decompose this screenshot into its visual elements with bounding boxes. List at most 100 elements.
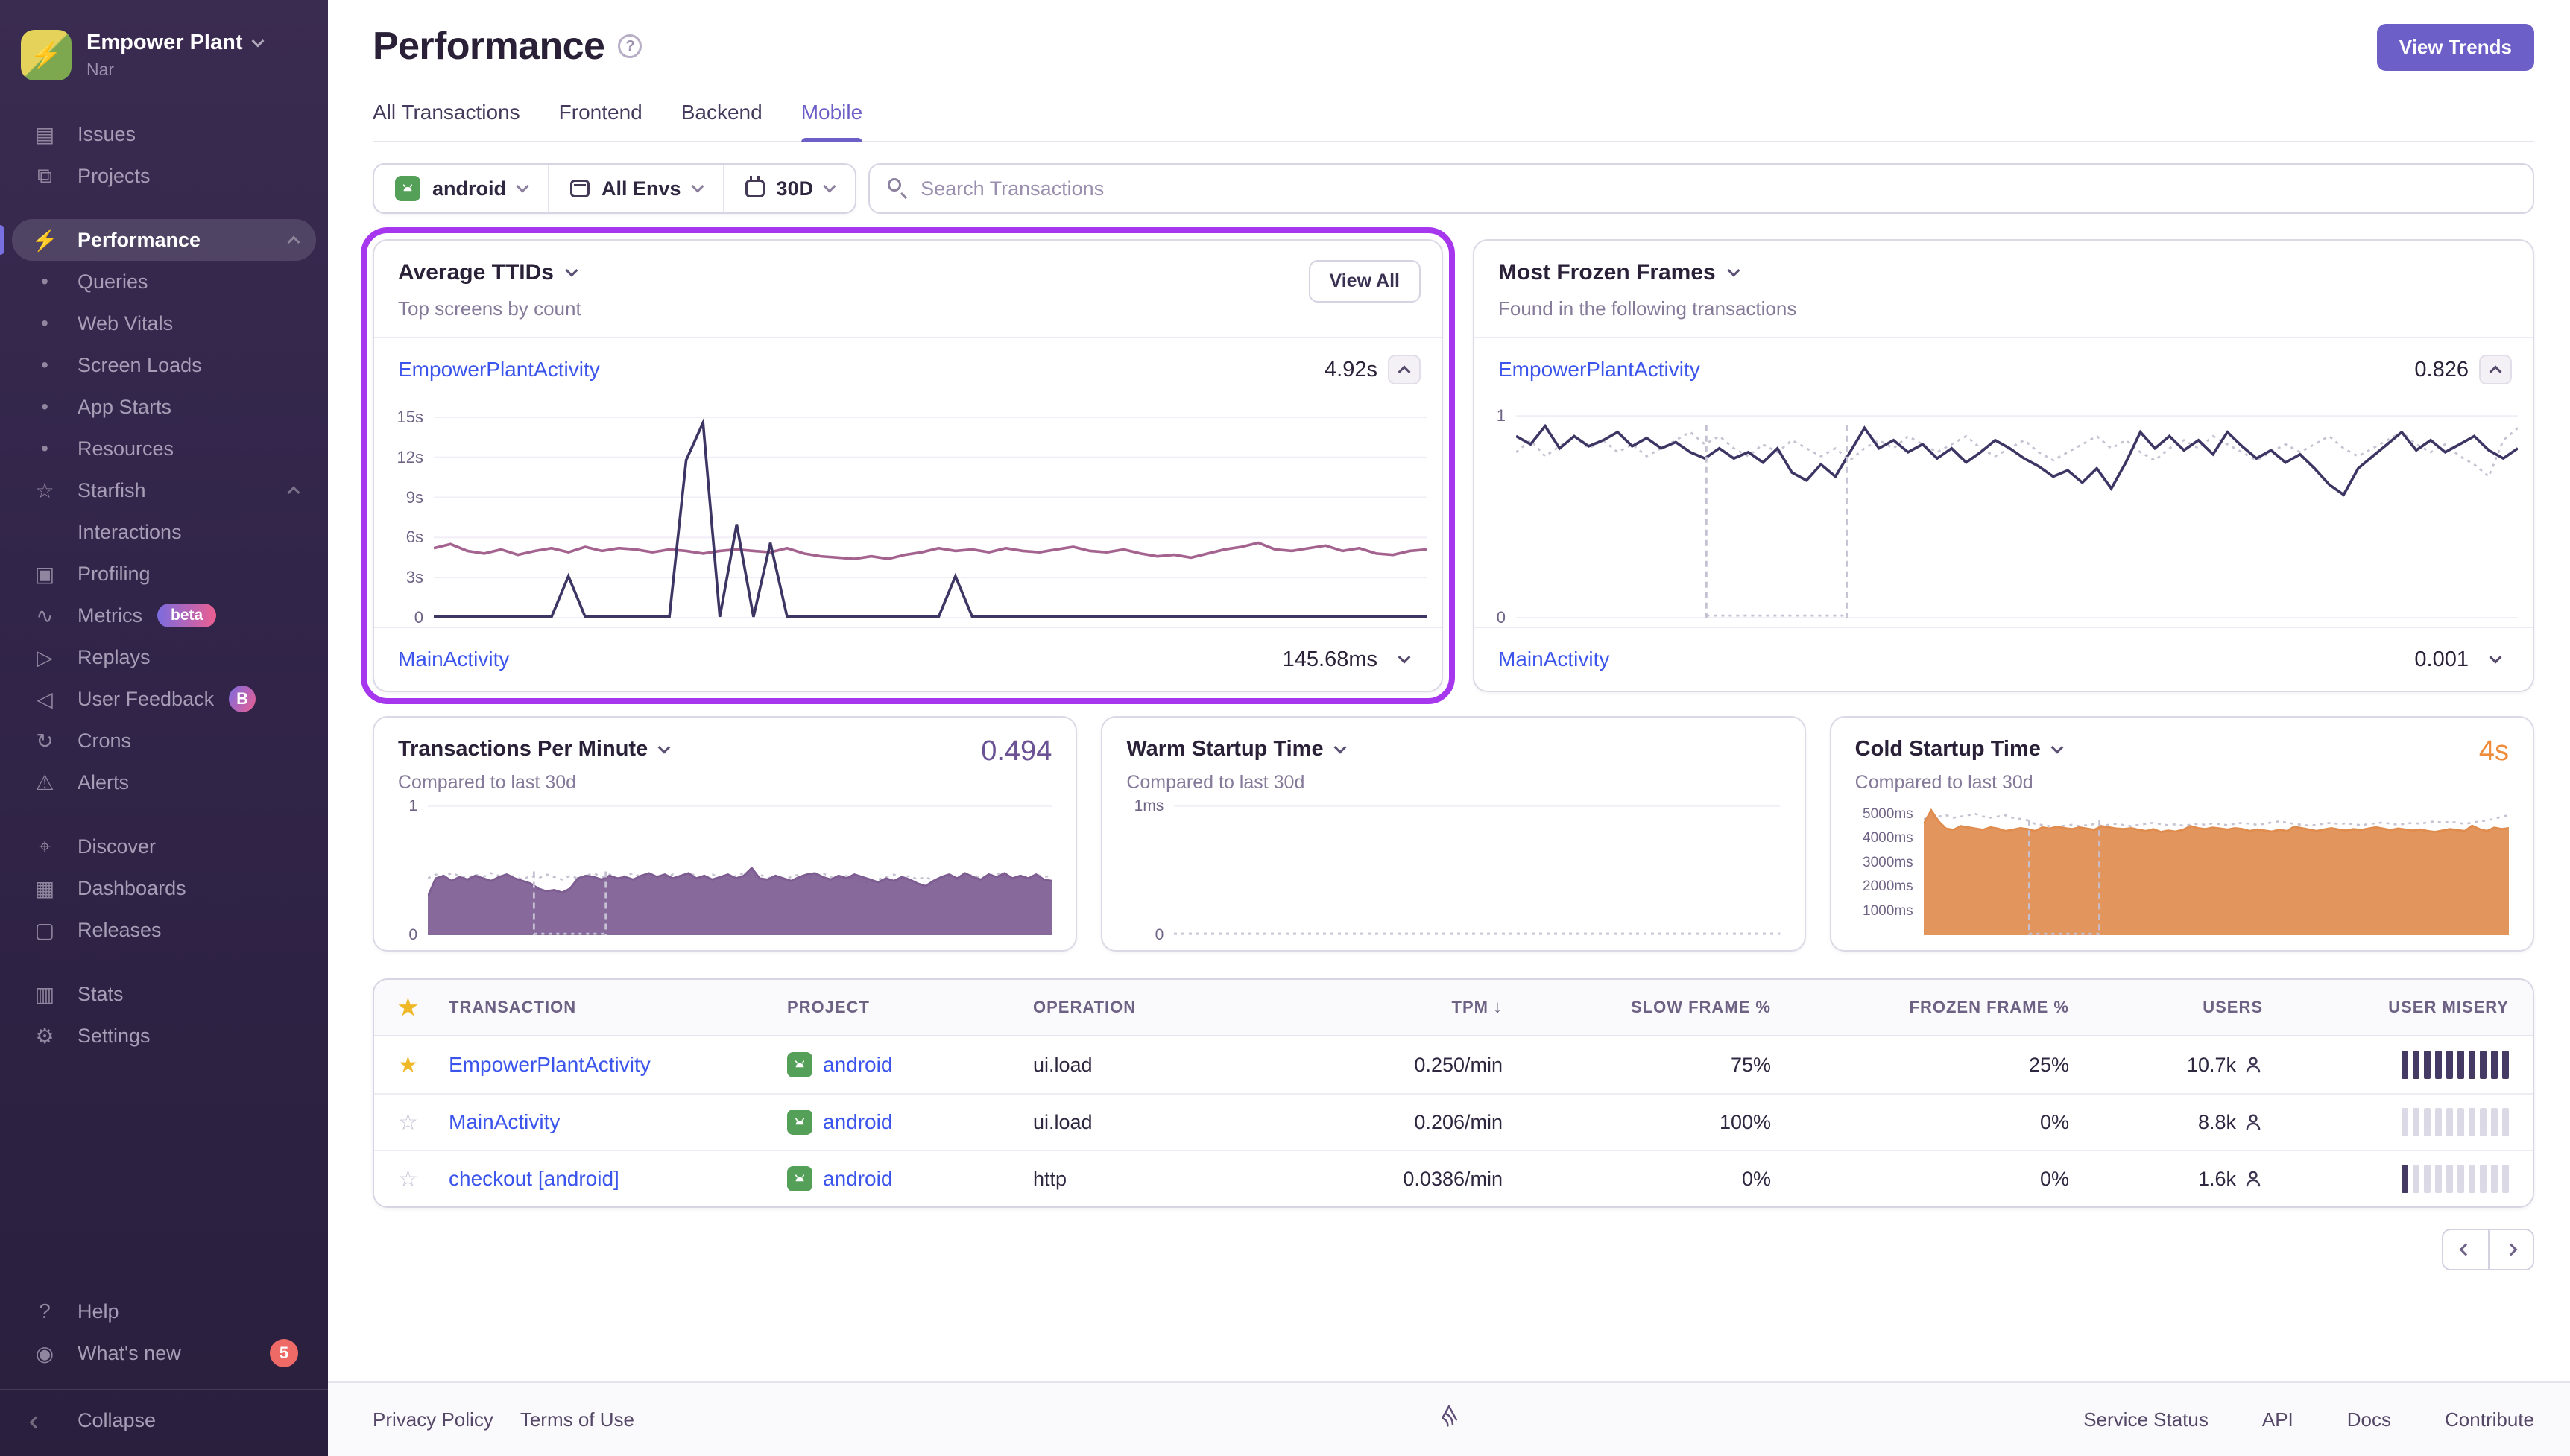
panel-warm-startup-time: Warm Startup Time Compared to last 30d 1… xyxy=(1101,716,1805,952)
sidebar-item-replays[interactable]: ▷Replays xyxy=(12,636,316,678)
col-tpm[interactable]: TPM↓ xyxy=(1279,997,1503,1018)
sidebar-item-screen-loads[interactable]: •Screen Loads xyxy=(12,344,316,386)
help-icon[interactable]: ? xyxy=(618,34,642,58)
sidebar-item-starfish[interactable]: ☆Starfish xyxy=(12,469,316,511)
project-filter[interactable]: android xyxy=(374,165,548,212)
star-column-icon: ★ xyxy=(398,995,449,1021)
sidebar-item-label: Issues xyxy=(78,123,136,146)
star-toggle[interactable]: ☆ xyxy=(398,1166,449,1192)
sidebar-collapse-button[interactable]: Collapse xyxy=(12,1399,316,1441)
sidebar-item-label: Web Vitals xyxy=(78,312,173,335)
org-switcher[interactable]: ⚡ Empower Plant Nar xyxy=(0,18,328,89)
sidebar-item-dashboards[interactable]: ▦Dashboards xyxy=(12,867,316,909)
sidebar-item-metrics[interactable]: ∿Metricsbeta xyxy=(12,595,316,636)
tab-all-transactions[interactable]: All Transactions xyxy=(373,101,520,141)
sidebar-item-crons[interactable]: ↻Crons xyxy=(12,720,316,762)
previous-page-button[interactable] xyxy=(2442,1229,2488,1270)
warm-startup-title-dropdown[interactable]: Warm Startup Time xyxy=(1126,737,1780,762)
api-link[interactable]: API xyxy=(2262,1408,2293,1431)
bullet-icon: • xyxy=(12,353,78,377)
date-range-filter[interactable]: 30D xyxy=(723,165,856,212)
project-link[interactable]: android xyxy=(823,1053,892,1077)
sidebar-item-queries[interactable]: •Queries xyxy=(12,261,316,303)
org-logo-icon: ⚡ xyxy=(21,30,72,80)
most-frozen-frames-subtitle: Found in the following transactions xyxy=(1498,297,2509,320)
project-link[interactable]: android xyxy=(823,1110,892,1134)
sidebar-item-app-starts[interactable]: •App Starts xyxy=(12,386,316,428)
sidebar-item-label: Releases xyxy=(78,919,162,942)
table-row[interactable]: ☆ MainActivity android ui.load 0.206/min… xyxy=(374,1093,2533,1150)
sidebar-item-profiling[interactable]: ▣Profiling xyxy=(12,553,316,595)
search-input[interactable] xyxy=(868,163,2534,214)
transaction-link[interactable]: MainActivity xyxy=(398,648,509,671)
sidebar-item-label: Projects xyxy=(78,165,151,188)
sidebar-item-interactions[interactable]: Interactions xyxy=(12,511,316,553)
expand-chevron-button[interactable] xyxy=(2479,645,2512,674)
sidebar-item-discover[interactable]: ⌖Discover xyxy=(12,826,316,867)
pagination xyxy=(373,1229,2534,1270)
frozen-frame-cell: 25% xyxy=(1771,1054,2069,1077)
performance-icon: ⚡ xyxy=(12,228,78,253)
sidebar-item-user-feedback[interactable]: ◁User FeedbackB xyxy=(12,678,316,720)
sidebar-item-settings[interactable]: ⚙Settings xyxy=(12,1015,316,1057)
sidebar: ⚡ Empower Plant Nar ▤Issues⧉Projects⚡Per… xyxy=(0,0,328,1456)
sidebar-item-stats[interactable]: ▥Stats xyxy=(12,973,316,1015)
expand-chevron-button[interactable] xyxy=(1388,645,1421,674)
panel-transactions-per-minute: Transactions Per Minute 0.494 Compared t… xyxy=(373,716,1077,952)
contribute-link[interactable]: Contribute xyxy=(2445,1408,2534,1431)
sidebar-item-what-s-new[interactable]: ◉What's new5 xyxy=(12,1332,316,1374)
transaction-link[interactable]: MainActivity xyxy=(1498,648,1609,671)
next-page-button[interactable] xyxy=(2488,1229,2534,1270)
sidebar-item-performance[interactable]: ⚡Performance xyxy=(12,219,316,261)
cold-startup-value: 4s xyxy=(2479,735,2509,767)
col-users: USERS xyxy=(2069,998,2263,1017)
tpm-cell: 0.250/min xyxy=(1279,1054,1503,1077)
sidebar-item-alerts[interactable]: ⚠Alerts xyxy=(12,762,316,803)
sidebar-item-web-vitals[interactable]: •Web Vitals xyxy=(12,303,316,344)
bullet-icon: • xyxy=(12,311,78,335)
col-user-misery: USER MISERY xyxy=(2263,998,2509,1017)
docs-link[interactable]: Docs xyxy=(2347,1408,2391,1431)
sidebar-item-releases[interactable]: ▢Releases xyxy=(12,909,316,951)
most-frozen-frames-title-dropdown[interactable]: Most Frozen Frames xyxy=(1498,260,2509,285)
terms-of-use-link[interactable]: Terms of Use xyxy=(520,1408,634,1431)
project-link[interactable]: android xyxy=(823,1167,892,1191)
environment-filter[interactable]: All Envs xyxy=(548,165,723,212)
chevron-left-icon xyxy=(12,1408,78,1432)
transaction-link[interactable]: EmpowerPlantActivity xyxy=(449,1053,651,1076)
sidebar-item-help[interactable]: ?Help xyxy=(12,1291,316,1332)
slow-frame-cell: 0% xyxy=(1503,1168,1771,1191)
sidebar-item-label: Performance xyxy=(78,229,201,252)
table-row[interactable]: ★ EmpowerPlantActivity android ui.load 0… xyxy=(374,1036,2533,1093)
sidebar-item-issues[interactable]: ▤Issues xyxy=(12,113,316,155)
view-all-button[interactable]: View All xyxy=(1309,260,1421,303)
settings-icon: ⚙ xyxy=(12,1024,78,1048)
sidebar-item-label: Resources xyxy=(78,437,174,460)
transaction-link[interactable]: EmpowerPlantActivity xyxy=(398,358,600,382)
table-header-row: ★ TRANSACTION PROJECT OPERATION TPM↓ SLO… xyxy=(374,980,2533,1036)
tab-mobile[interactable]: Mobile xyxy=(801,101,862,141)
service-status-link[interactable]: Service Status xyxy=(2083,1408,2209,1431)
table-row[interactable]: ☆ checkout [android] android http 0.0386… xyxy=(374,1150,2533,1206)
collapse-label: Collapse xyxy=(78,1409,156,1432)
star-toggle[interactable]: ★ xyxy=(398,1052,449,1078)
tab-backend[interactable]: Backend xyxy=(681,101,763,141)
collapse-chevron-button[interactable] xyxy=(1388,355,1421,384)
cold-startup-title-dropdown[interactable]: Cold Startup Time xyxy=(1855,737,2509,762)
collapse-chevron-button[interactable] xyxy=(2479,355,2512,384)
replays-icon: ▷ xyxy=(12,645,78,670)
tab-frontend[interactable]: Frontend xyxy=(559,101,642,141)
user-icon xyxy=(2244,1112,2263,1132)
tpm-title-dropdown[interactable]: Transactions Per Minute xyxy=(398,737,1052,762)
sidebar-item-projects[interactable]: ⧉Projects xyxy=(12,155,316,197)
privacy-policy-link[interactable]: Privacy Policy xyxy=(373,1408,493,1431)
transaction-link[interactable]: MainActivity xyxy=(449,1110,560,1133)
average-ttids-title-dropdown[interactable]: Average TTIDs xyxy=(398,260,1418,285)
sidebar-item-resources[interactable]: •Resources xyxy=(12,428,316,469)
sidebar-item-label: Interactions xyxy=(78,521,182,544)
view-trends-button[interactable]: View Trends xyxy=(2377,24,2534,71)
star-toggle[interactable]: ☆ xyxy=(398,1110,449,1136)
ttid-value: 145.68ms xyxy=(1283,648,1377,672)
transaction-link[interactable]: checkout [android] xyxy=(449,1167,619,1190)
transaction-link[interactable]: EmpowerPlantActivity xyxy=(1498,358,1700,382)
